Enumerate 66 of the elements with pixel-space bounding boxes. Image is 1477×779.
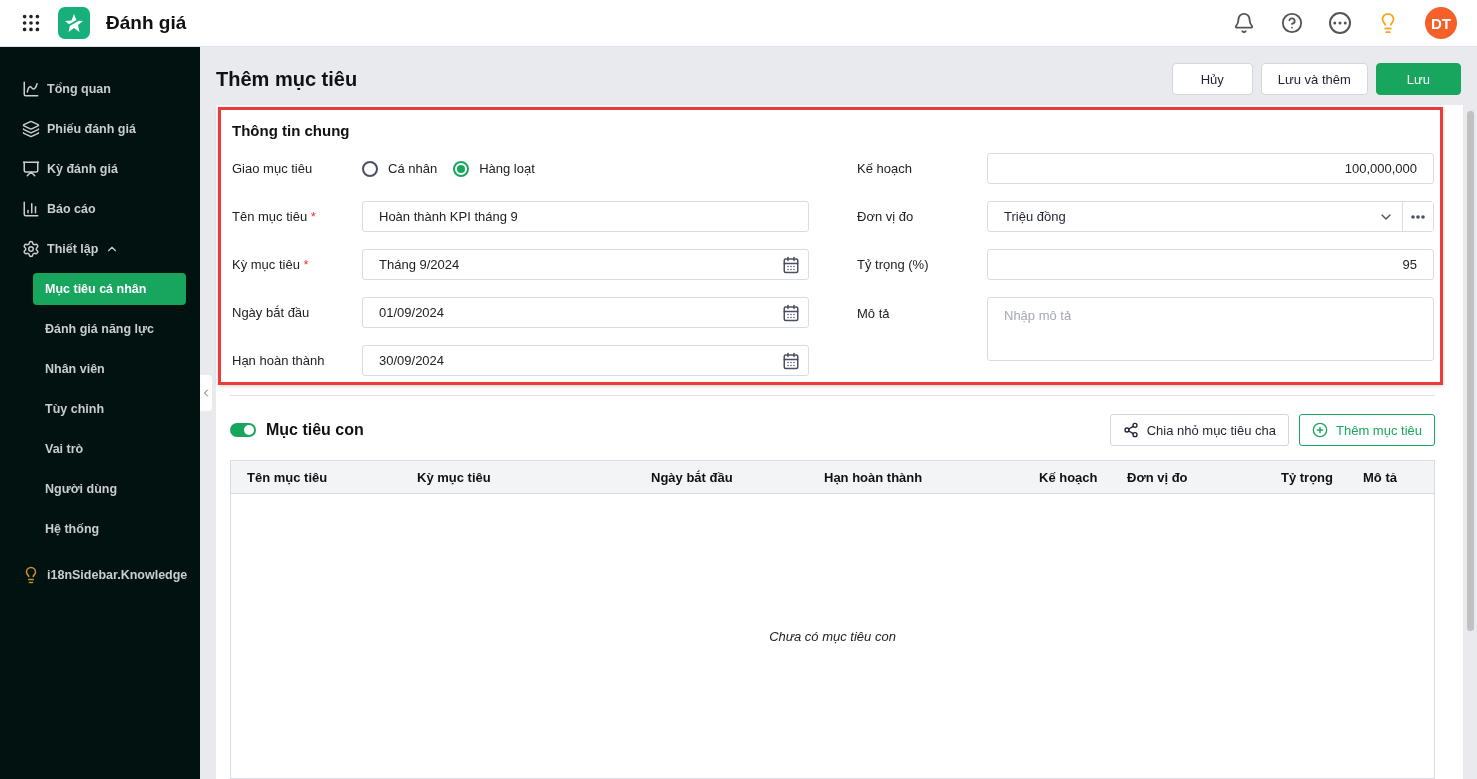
bar-chart-icon bbox=[22, 200, 40, 218]
ellipsis-icon bbox=[1411, 214, 1425, 219]
section-title: Thông tin chung bbox=[232, 122, 351, 139]
column-header: Tỷ trọng bbox=[1280, 469, 1334, 485]
collapse-handle[interactable] bbox=[200, 375, 212, 411]
calendar-icon bbox=[782, 303, 800, 322]
field-label: Tỷ trọng (%) bbox=[857, 257, 930, 272]
radio-option[interactable]: Cá nhân bbox=[362, 160, 438, 177]
column-header: Kế hoạch bbox=[1038, 469, 1099, 485]
sidebar-item[interactable]: Thiết lập bbox=[0, 229, 200, 269]
more-button[interactable] bbox=[1402, 202, 1433, 231]
calendar-icon bbox=[782, 351, 800, 370]
field-label: Hạn hoàn thành bbox=[232, 353, 326, 368]
sidebar-item[interactable]: i18nSidebar.Knowledge bbox=[0, 555, 200, 595]
select-field[interactable]: Triệu đồng bbox=[987, 201, 1434, 232]
field-label: Kỳ mục tiêu * bbox=[232, 257, 310, 272]
column-header: Mô tả bbox=[1362, 469, 1398, 485]
number-field[interactable]: 100,000,000 bbox=[987, 153, 1434, 184]
field-label: Tên mục tiêu * bbox=[232, 209, 317, 224]
radio-option[interactable]: Hàng loạt bbox=[453, 160, 535, 177]
field-label: Đơn vị đo bbox=[857, 209, 915, 224]
more-icon[interactable] bbox=[1329, 12, 1351, 34]
sidebar-item[interactable]: Kỳ đánh giá bbox=[0, 149, 200, 189]
plus-circle-icon bbox=[1312, 422, 1328, 438]
sidebar-item[interactable]: Phiếu đánh giá bbox=[0, 109, 200, 149]
scrollbar-thumb[interactable] bbox=[1466, 111, 1474, 631]
sidebar-subitem[interactable]: Vai trò bbox=[33, 433, 186, 465]
field-label: Giao mục tiêu bbox=[232, 161, 314, 176]
help-icon[interactable] bbox=[1281, 12, 1303, 34]
field-label: Kế hoạch bbox=[857, 161, 913, 176]
sidebar-subitem[interactable]: Người dùng bbox=[33, 473, 186, 505]
calendar-icon bbox=[782, 255, 800, 274]
toggle-switch[interactable] bbox=[230, 423, 256, 437]
number-field[interactable]: 95 bbox=[987, 249, 1434, 280]
app-logo bbox=[58, 7, 90, 39]
line-chart-icon bbox=[22, 80, 40, 98]
settings-icon bbox=[22, 240, 40, 258]
page-title: Thêm mục tiêu bbox=[216, 67, 359, 91]
presentation-icon bbox=[22, 160, 40, 178]
date-field[interactable]: 30/09/2024 bbox=[362, 345, 809, 376]
column-header: Kỳ mục tiêu bbox=[416, 469, 492, 485]
sidebar-item[interactable]: Tổng quan bbox=[0, 69, 200, 109]
field-label: Mô tả bbox=[857, 305, 891, 321]
column-header: Ngày bắt đầu bbox=[650, 469, 734, 485]
column-header: Đơn vị đo bbox=[1126, 469, 1189, 485]
text-field[interactable]: Hoàn thành KPI tháng 9 bbox=[362, 201, 809, 232]
sidebar-subitem[interactable]: Hệ thống bbox=[33, 513, 186, 545]
apps-grid-icon[interactable] bbox=[20, 12, 42, 34]
action-button[interactable]: Chia nhỏ mục tiêu cha bbox=[1109, 414, 1289, 446]
field-label: Ngày bắt đầu bbox=[232, 305, 311, 320]
action-button[interactable]: Hủy bbox=[1171, 63, 1253, 95]
column-header: Tên mục tiêu bbox=[246, 469, 329, 485]
layers-icon bbox=[22, 120, 40, 138]
share-icon bbox=[1122, 422, 1139, 438]
empty-message: Chưa có mục tiêu con bbox=[769, 628, 896, 644]
bell-icon[interactable] bbox=[1233, 12, 1255, 34]
sidebar-subitem[interactable]: Nhân viên bbox=[33, 353, 186, 385]
sidebar-subitem[interactable]: Đánh giá năng lực bbox=[33, 313, 186, 345]
date-field[interactable]: Tháng 9/2024 bbox=[362, 249, 809, 280]
action-button[interactable]: Lưu và thêm bbox=[1260, 63, 1368, 95]
section-title: Mục tiêu con bbox=[266, 421, 365, 439]
column-header: Hạn hoàn thành bbox=[823, 469, 924, 485]
app-title: Đánh giá bbox=[106, 12, 187, 34]
date-field[interactable]: 01/09/2024 bbox=[362, 297, 809, 328]
sidebar-subitem[interactable]: Tùy chỉnh bbox=[33, 393, 186, 425]
sidebar-item[interactable]: Báo cáo bbox=[0, 189, 200, 229]
